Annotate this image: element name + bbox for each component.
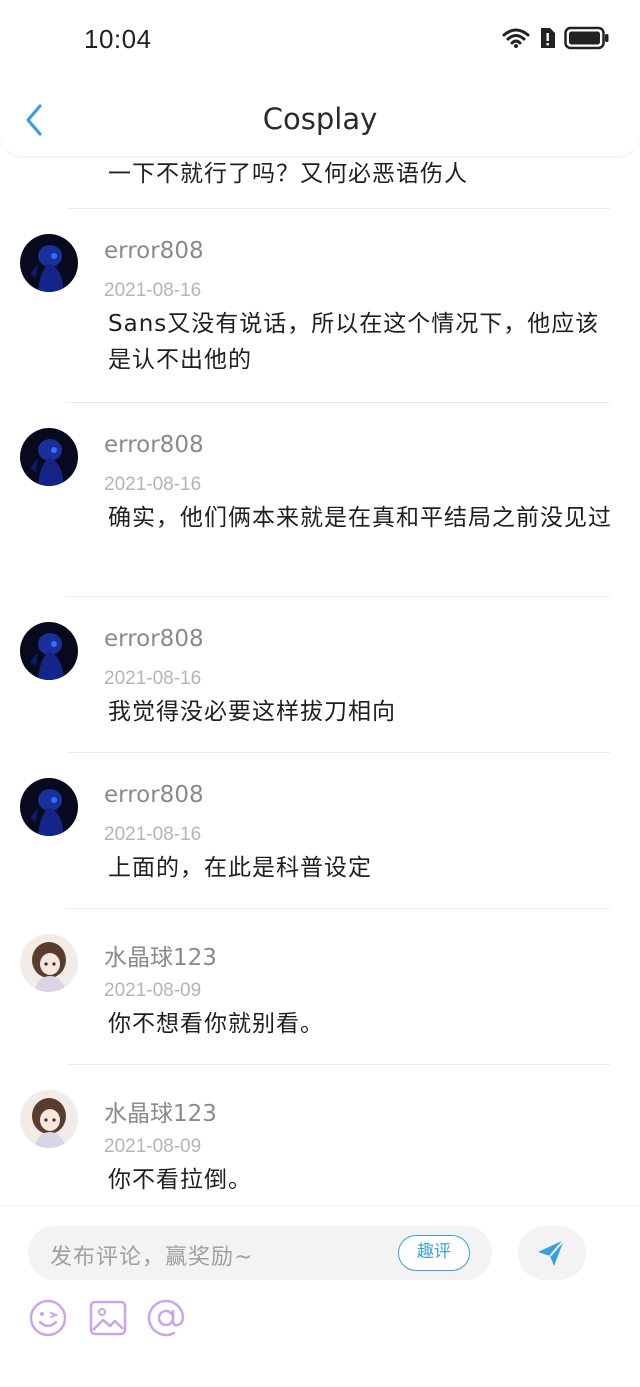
page-header: Cosplay bbox=[0, 84, 640, 156]
avatar[interactable] bbox=[20, 428, 78, 486]
send-icon bbox=[538, 1239, 565, 1266]
divider bbox=[66, 208, 610, 209]
avatar[interactable] bbox=[20, 234, 78, 292]
avatar[interactable] bbox=[20, 1090, 78, 1148]
divider bbox=[66, 1064, 610, 1065]
status-icons bbox=[502, 26, 610, 50]
user-avatar-image bbox=[20, 622, 78, 680]
image-icon bbox=[89, 1300, 127, 1336]
user-avatar-image bbox=[20, 428, 78, 486]
send-button[interactable] bbox=[518, 1226, 586, 1280]
page-title: Cosplay bbox=[262, 102, 378, 136]
battery-icon bbox=[564, 26, 609, 50]
comment-text: 我觉得没必要这样拔刀相向 bbox=[108, 699, 396, 725]
fun-comment-button[interactable]: 趣评 bbox=[398, 1235, 470, 1271]
status-bar: 10:04 bbox=[0, 0, 640, 84]
emoji-button[interactable] bbox=[28, 1298, 68, 1338]
comment-text: 你不想看你就别看。 bbox=[108, 1011, 324, 1037]
user-avatar-image bbox=[20, 778, 78, 836]
comment-date: 2021-08-09 bbox=[104, 980, 202, 1001]
comment-date: 2021-08-16 bbox=[104, 668, 202, 689]
comment-username[interactable]: error808 bbox=[104, 626, 204, 652]
comment-username[interactable]: 水晶球123 bbox=[104, 938, 217, 972]
user-avatar-image bbox=[20, 1090, 78, 1148]
comment-username[interactable]: 水晶球123 bbox=[104, 1094, 217, 1128]
divider bbox=[66, 596, 610, 597]
comment-text: 你不看拉倒。 bbox=[108, 1167, 252, 1193]
comment-date: 2021-08-16 bbox=[104, 824, 202, 845]
emoji-icon bbox=[29, 1299, 67, 1337]
divider bbox=[66, 752, 610, 753]
divider bbox=[66, 908, 610, 909]
user-avatar-image bbox=[20, 934, 78, 992]
mention-button[interactable] bbox=[146, 1298, 186, 1338]
avatar[interactable] bbox=[20, 934, 78, 992]
image-button[interactable] bbox=[88, 1298, 128, 1338]
at-mention-icon bbox=[147, 1299, 185, 1337]
comment-username[interactable]: error808 bbox=[104, 432, 204, 458]
partial-comment-text: 一下不就行了吗？又何必恶语伤人 bbox=[108, 161, 468, 187]
comment-date: 2021-08-16 bbox=[104, 474, 202, 495]
avatar[interactable] bbox=[20, 778, 78, 836]
user-avatar-image bbox=[20, 234, 78, 292]
divider bbox=[66, 402, 610, 403]
avatar[interactable] bbox=[20, 622, 78, 680]
comment-username[interactable]: error808 bbox=[104, 238, 204, 264]
comment-input-placeholder: 发布评论，赢奖励~ bbox=[50, 1245, 254, 1270]
wifi-icon bbox=[502, 28, 530, 48]
status-time: 10:04 bbox=[84, 24, 152, 54]
sim-alert-icon bbox=[541, 28, 555, 48]
comment-date: 2021-08-16 bbox=[104, 280, 202, 301]
comment-text: 上面的，在此是科普设定 bbox=[108, 855, 372, 881]
comment-input[interactable]: 发布评论，赢奖励~ 趣评 bbox=[28, 1226, 492, 1280]
comment-composer: 发布评论，赢奖励~ 趣评 bbox=[0, 1205, 640, 1387]
comment-text: Sans又没有说话，所以在这个情况下，他应该是认不出他的 bbox=[108, 311, 600, 373]
comment-list[interactable]: 一下不就行了吗？又何必恶语伤人 error808 2021-08-16 Sans… bbox=[0, 150, 640, 1205]
comment-text: 确实，他们俩本来就是在真和平结局之前没见过 bbox=[108, 505, 612, 531]
comment-date: 2021-08-09 bbox=[104, 1136, 202, 1157]
comment-username[interactable]: error808 bbox=[104, 782, 204, 808]
